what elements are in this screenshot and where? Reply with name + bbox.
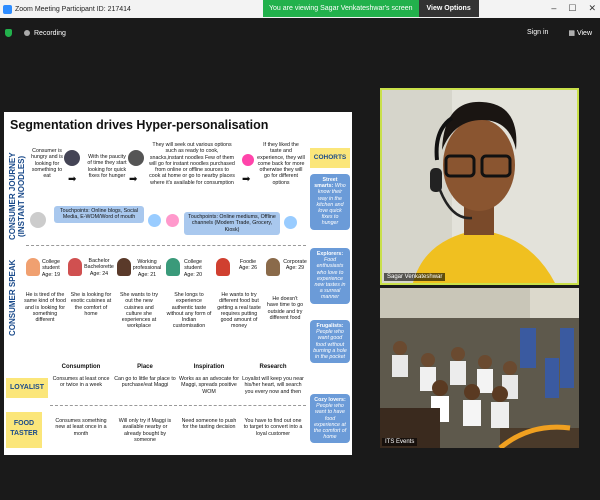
cohort-name: Cozy lovers: — [314, 397, 346, 403]
mobile-icon — [148, 214, 161, 227]
table-cell: Can go to little far place to purchase/e… — [114, 376, 176, 389]
cohort-name: Frugalists: — [316, 323, 344, 329]
persona-avatar-6 — [266, 258, 280, 276]
touchpoints-channels: Touchpoints: Online mediums, Offline cha… — [184, 212, 280, 235]
video-tile-speaker[interactable]: Sagar Venkateshwar — [380, 88, 579, 285]
minimize-icon[interactable]: – — [551, 3, 556, 14]
maximize-icon[interactable]: ☐ — [568, 3, 576, 14]
persona-quote-5: He wants to try different food but getti… — [217, 292, 261, 330]
heart-icon — [242, 154, 254, 166]
security-shield-icon[interactable] — [5, 29, 12, 37]
persona-label-1: College student Age: 19 — [41, 259, 61, 278]
persona-avatar-4 — [166, 258, 180, 276]
persona-label-6: Corporate Age: 29 — [283, 259, 307, 272]
persona-label-5: Foodie Age: 26 — [238, 259, 258, 272]
table-cell: Will only try if Maggi is available near… — [118, 418, 172, 443]
view-label: View — [576, 30, 592, 37]
slide-title: Segmentation drives Hyper-personalisatio… — [10, 118, 269, 132]
persona-label-4: College student Age: 20 — [183, 259, 203, 278]
meeting-toolbar: Recording Sign in ▦ View — [0, 18, 600, 48]
persona-avatar-3 — [117, 258, 131, 276]
persona-quote-2: She is looking for exotic cuisines at th… — [70, 292, 112, 317]
view-options-button[interactable]: View Options — [418, 0, 479, 17]
cohort-frugalists: Frugalists: People who want good food wi… — [310, 320, 350, 364]
section-divider — [26, 245, 306, 246]
sign-in-link[interactable]: Sign in — [527, 29, 548, 37]
persona-avatar-2 — [68, 258, 82, 276]
table-header-place: Place — [137, 364, 153, 370]
cohort-desc: People who want good food without burnin… — [313, 329, 347, 361]
recording-icon — [24, 30, 30, 36]
cohorts-title: COHORTS — [310, 148, 350, 168]
journey-step-2: With the paucity of time they start look… — [87, 154, 127, 179]
cohort-explorers: Explorers: Food enthusiasts who love to … — [310, 248, 350, 304]
journey-step-1: Consumer is hungry and is looking for so… — [31, 148, 63, 180]
row-label-food-taster: FOOD TASTER — [6, 412, 42, 448]
participant-name: ITS Events — [382, 438, 418, 446]
view-grid-icon: ▦ — [568, 30, 577, 37]
table-cell: Consumes something new at least once in … — [55, 418, 107, 437]
view-menu[interactable]: ▦ View — [568, 29, 592, 37]
persona-label-3: Working professional Age: 21 — [132, 259, 162, 278]
social-media-icon — [30, 212, 46, 228]
window-title: Zoom Meeting Participant ID: 217414 — [15, 5, 131, 13]
row-divider — [50, 405, 306, 406]
persona-quote-3: She wants to try out the new cuisines an… — [120, 292, 158, 330]
hungry-person-icon — [64, 150, 80, 166]
table-header-research: Research — [259, 364, 287, 370]
touchpoints-online: Touchpoints: Online blogs, Social Media,… — [54, 206, 144, 223]
cohort-desc: People who want to have food experience … — [313, 403, 347, 441]
audience-video — [380, 288, 579, 448]
screen-share-banner: You are viewing Sagar Venkateshwar's scr… — [263, 0, 479, 17]
zoom-logo-icon — [3, 4, 12, 14]
table-cell: Loyalist will keep you near his/her hear… — [242, 376, 304, 395]
table-cell: Consumes at least once or twice in a wee… — [52, 376, 110, 389]
participant-name: Sagar Venkateshwar — [384, 273, 446, 281]
persona-avatar-1 — [26, 258, 40, 276]
cohort-desc: Who know their way in the kitchen and lo… — [316, 183, 346, 227]
close-icon[interactable]: ✕ — [588, 3, 596, 14]
window-controls: – ☐ ✕ — [551, 3, 596, 14]
cohort-desc: Food enthusiasts who love to experience … — [314, 257, 346, 301]
table-cell: You have to find out one to target to co… — [243, 418, 303, 437]
shared-slide: Segmentation drives Hyper-personalisatio… — [4, 112, 352, 455]
cohort-name: Explorers: — [316, 251, 344, 257]
cohort-street-smarts: Street smarts: Who know their way in the… — [310, 174, 350, 230]
table-cell: Need someone to push for the tasting dec… — [181, 418, 237, 431]
persona-quote-4: She longs to experience authentic taste … — [166, 292, 212, 330]
cart-icon — [166, 214, 179, 227]
persona-quote-1: He is tired of the same kind of food and… — [24, 292, 66, 324]
table-cell: Works as an advocate for Maggi, spreads … — [179, 376, 239, 395]
persona-quote-6: He doesn't have time to go outside and t… — [266, 296, 304, 321]
video-tile-audience[interactable]: ITS Events — [380, 288, 579, 448]
journey-step-4: If they liked the taste and experience, … — [257, 142, 305, 186]
journey-step-3: They will seek out various options such … — [149, 142, 235, 186]
viewing-message: You are viewing Sagar Venkateshwar's scr… — [263, 0, 419, 17]
shopping-cart-icon — [284, 216, 297, 229]
speaker-video — [382, 90, 577, 283]
recording-label: Recording — [34, 29, 66, 37]
side-label-journey: CONSUMER JOURNEY (INSTANT NOODLES) — [8, 152, 26, 240]
row-label-loyalist: LOYALIST — [6, 378, 48, 398]
cohort-cozy-lovers: Cozy lovers: People who want to have foo… — [310, 394, 350, 444]
table-header-inspiration: Inspiration — [193, 364, 225, 370]
clock-icon — [128, 150, 144, 166]
persona-label-2: Bachelor Bachelorette Age: 24 — [84, 258, 114, 277]
arrow-icon: ➡ — [129, 174, 138, 185]
persona-avatar-5 — [216, 258, 230, 276]
arrow-icon: ➡ — [68, 174, 77, 185]
table-header-consumption: Consumption — [61, 364, 101, 370]
arrow-icon: ➡ — [242, 174, 251, 185]
